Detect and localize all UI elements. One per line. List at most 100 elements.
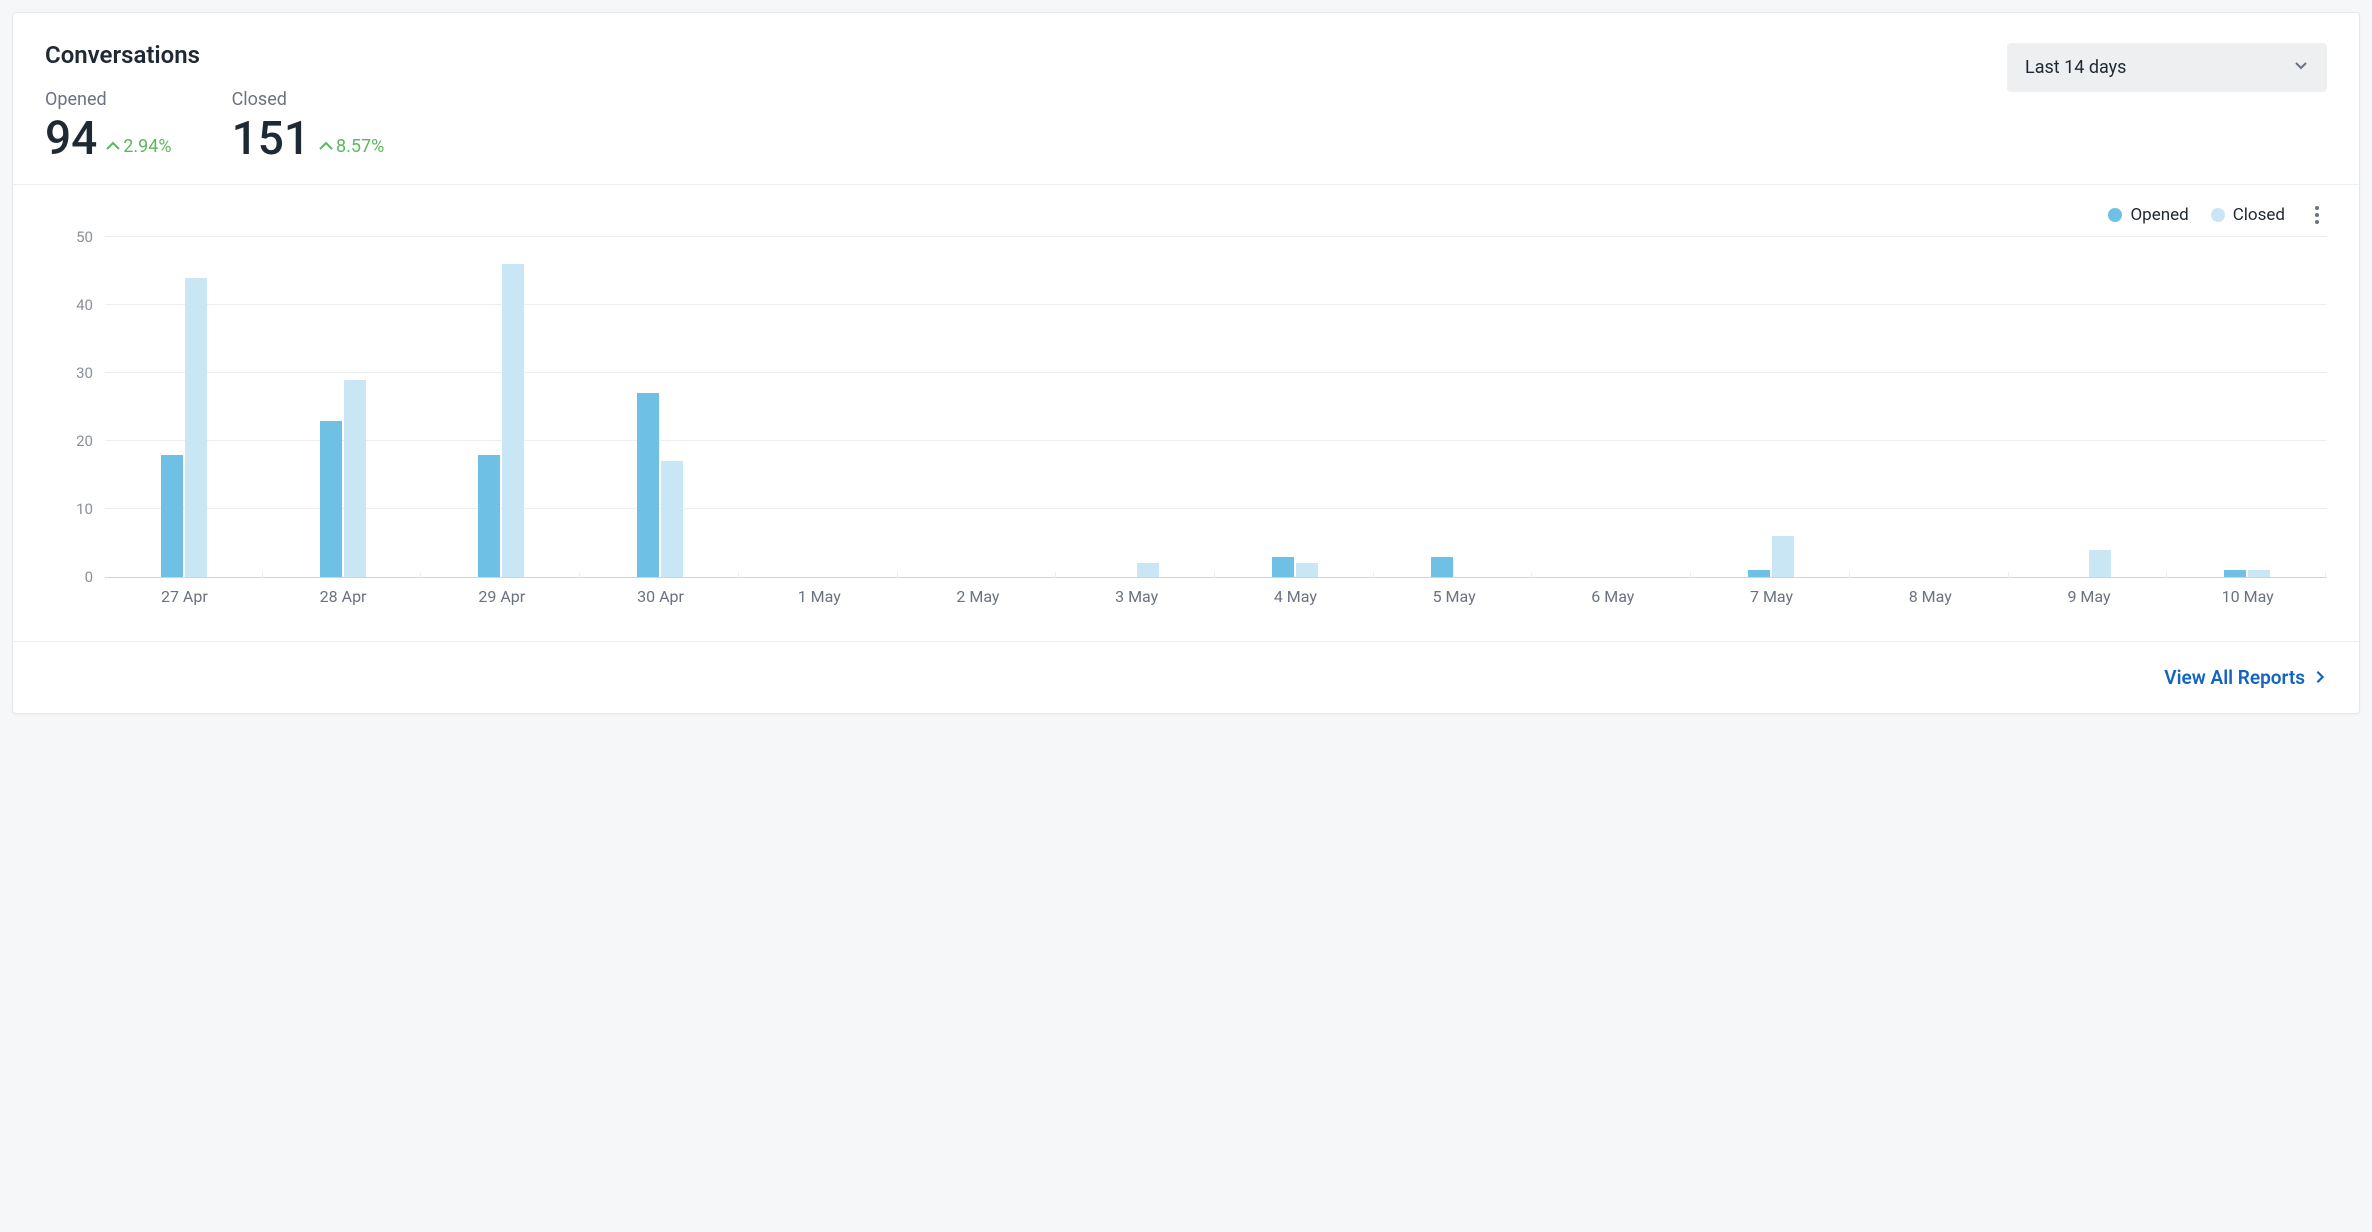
date-range-label: Last 14 days (2025, 57, 2126, 78)
x-tick-label: 27 Apr (105, 587, 264, 606)
bar-opened[interactable] (1431, 557, 1453, 577)
x-tick-label: 6 May (1533, 587, 1692, 606)
y-tick: 40 (45, 296, 93, 314)
metric-closed-delta-value: 8.57% (336, 136, 384, 157)
metric-opened: Opened 94 2.94% (45, 89, 172, 162)
bar-group (637, 393, 683, 577)
metric-closed: Closed 151 8.57% (232, 89, 385, 162)
bars-row (105, 237, 2327, 577)
metric-closed-value: 151 (232, 116, 310, 162)
x-tick-label: 30 Apr (581, 587, 740, 606)
chart-category (264, 237, 423, 577)
y-axis: 01020304050 (45, 237, 93, 577)
legend-row: Opened Closed (45, 203, 2327, 227)
x-tick-label: 10 May (2168, 587, 2327, 606)
y-tick: 0 (45, 568, 93, 586)
bar-closed[interactable] (1772, 536, 1794, 577)
bar-group (161, 278, 207, 577)
bar-closed[interactable] (344, 380, 366, 577)
y-tick: 20 (45, 432, 93, 450)
metric-opened-delta-value: 2.94% (123, 136, 171, 157)
bar-closed[interactable] (1137, 563, 1159, 577)
trend-up-icon (318, 138, 334, 154)
view-all-reports-label: View All Reports (2164, 666, 2305, 689)
trend-up-icon (105, 138, 121, 154)
x-tick-label: 3 May (1057, 587, 1216, 606)
legend-swatch-opened (2108, 208, 2122, 222)
bar-opened[interactable] (637, 393, 659, 577)
card-title: Conversations (45, 41, 384, 69)
bar-group (2065, 550, 2111, 577)
chart-category (899, 237, 1058, 577)
chevron-down-icon (2293, 57, 2309, 78)
legend-item-opened[interactable]: Opened (2108, 205, 2188, 225)
chart-category (2168, 237, 2327, 577)
chart-category (1216, 237, 1375, 577)
bar-closed[interactable] (2248, 570, 2270, 577)
y-tick: 30 (45, 364, 93, 382)
bar-group (1272, 557, 1318, 577)
bar-group (320, 380, 366, 577)
bar-group (1431, 557, 1477, 577)
x-axis-baseline (105, 577, 2327, 578)
bar-group (1748, 536, 1794, 577)
bar-opened[interactable] (1748, 570, 1770, 577)
bar-opened[interactable] (320, 421, 342, 577)
legend-label-opened: Opened (2130, 205, 2188, 225)
bar-opened[interactable] (161, 455, 183, 577)
bar-closed[interactable] (2089, 550, 2111, 577)
chart-category (1533, 237, 1692, 577)
conversations-card: Conversations Opened 94 2.94% (12, 12, 2360, 714)
metric-opened-delta: 2.94% (105, 136, 171, 157)
metric-opened-value: 94 (45, 116, 97, 162)
metric-closed-row: 151 8.57% (232, 116, 385, 162)
bar-opened[interactable] (1272, 557, 1294, 577)
chevron-right-icon (2313, 666, 2327, 689)
metrics-row: Opened 94 2.94% Closed 151 (45, 89, 384, 162)
bar-opened[interactable] (478, 455, 500, 577)
chart-category (1375, 237, 1534, 577)
bar-closed[interactable] (1296, 563, 1318, 577)
y-tick: 50 (45, 228, 93, 246)
metric-closed-delta: 8.57% (318, 136, 384, 157)
x-tick-label: 4 May (1216, 587, 1375, 606)
chart-plot: 01020304050 27 Apr28 Apr29 Apr30 Apr1 Ma… (45, 237, 2327, 617)
x-tick-label: 8 May (1851, 587, 2010, 606)
chart-menu-button[interactable] (2307, 203, 2327, 227)
legend-label-closed: Closed (2233, 205, 2285, 225)
chart-category (2010, 237, 2169, 577)
x-axis-labels: 27 Apr28 Apr29 Apr30 Apr1 May2 May3 May4… (105, 587, 2327, 606)
chart-category (105, 237, 264, 577)
chart-category (1851, 237, 2010, 577)
bar-closed[interactable] (661, 461, 683, 577)
chart-category (740, 237, 899, 577)
x-tick-label: 5 May (1375, 587, 1534, 606)
y-tick: 10 (45, 500, 93, 518)
date-range-select[interactable]: Last 14 days (2007, 43, 2327, 92)
bar-opened[interactable] (2224, 570, 2246, 577)
x-tick-label: 9 May (2010, 587, 2169, 606)
legend-item-closed[interactable]: Closed (2211, 205, 2285, 225)
bar-closed[interactable] (502, 264, 524, 577)
card-header: Conversations Opened 94 2.94% (13, 13, 2359, 185)
metric-closed-label: Closed (232, 89, 385, 110)
x-tick-label: 1 May (740, 587, 899, 606)
bar-closed[interactable] (185, 278, 207, 577)
metric-opened-label: Opened (45, 89, 172, 110)
chart-category (581, 237, 740, 577)
chart-category (1057, 237, 1216, 577)
metric-opened-row: 94 2.94% (45, 116, 172, 162)
bar-group (478, 264, 524, 577)
chart-area: Opened Closed 0 10 20 30 40 50 27 Apr28 Apr29… (13, 185, 2359, 641)
x-tick-label: 28 Apr (264, 587, 423, 606)
card-footer: View All Reports (13, 641, 2359, 713)
header-left: Conversations Opened 94 2.94% (45, 41, 384, 162)
view-all-reports-link[interactable]: View All Reports (2164, 666, 2327, 689)
x-tick-label: 29 Apr (422, 587, 581, 606)
chart-category (422, 237, 581, 577)
x-tick-label: 2 May (899, 587, 1058, 606)
bar-group (1113, 563, 1159, 577)
bar-group (2224, 570, 2270, 577)
chart-category (1692, 237, 1851, 577)
x-tick-label: 7 May (1692, 587, 1851, 606)
